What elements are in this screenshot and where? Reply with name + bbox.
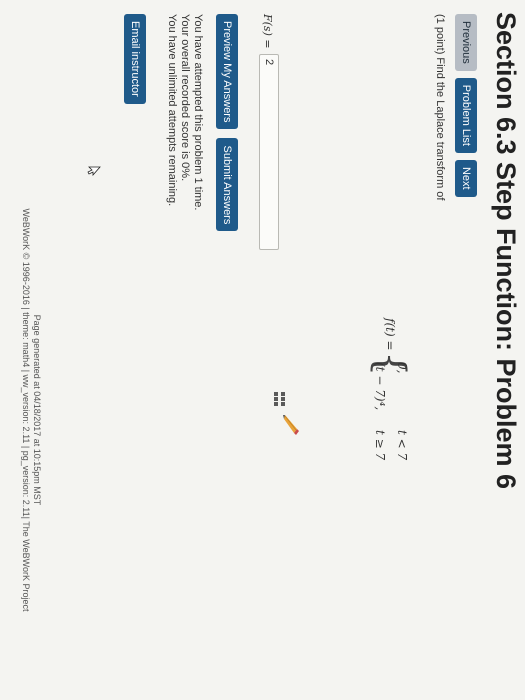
footer-generated: Page generated at 04/18/2017 at 10:15pm …	[32, 314, 42, 506]
formula-case1-value: 0,	[395, 362, 409, 374]
attempts-count: You have attempted this problem 1 time.	[192, 14, 204, 211]
attempts-info: You have attempted this problem 1 time. …	[165, 14, 204, 211]
pencil-icon[interactable]	[283, 414, 299, 436]
preview-answers-button[interactable]: Preview My Answers	[216, 14, 238, 130]
formula-case2-condition: t ≥ 7	[373, 430, 387, 461]
submit-answers-button[interactable]: Submit Answers	[216, 138, 238, 232]
grid-icon[interactable]	[272, 392, 285, 406]
attempts-remaining: You have unlimited attempts remaining.	[166, 14, 178, 207]
previous-button[interactable]: Previous	[455, 14, 477, 71]
recorded-score: Your overall recorded score is 0%.	[179, 14, 191, 182]
page-title: Section 6.3 Step Function: Problem 6	[491, 12, 521, 490]
answer-label: F(s) =	[261, 14, 274, 49]
webwork-page: Section 6.3 Step Function: Problem 6 Pre…	[0, 0, 525, 700]
next-button[interactable]: Next	[455, 159, 477, 197]
formula-lhs: f(t) =	[383, 318, 397, 351]
page-footer: Page generated at 04/18/2017 at 10:15pm …	[20, 120, 42, 700]
problem-nav: Previous Problem List Next	[455, 14, 477, 197]
problem-statement: (1 point) Find the Laplace transform of	[434, 14, 446, 201]
answer-actions: Preview My Answers Submit Answers	[216, 14, 238, 232]
problem-list-button[interactable]: Problem List	[455, 77, 477, 153]
answer-input[interactable]	[259, 54, 279, 250]
formula-case1-condition: t < 7	[395, 430, 409, 461]
formula-case2-value: (t − 7)⁴,	[373, 362, 387, 411]
cursor-icon	[87, 166, 101, 176]
email-instructor-button[interactable]: Email instructor	[124, 14, 146, 104]
rotated-page: Section 6.3 Step Function: Problem 6 Pre…	[0, 0, 525, 700]
footer-credits: WeBWorK © 1996-2016 | theme: math4 | ww_…	[21, 208, 31, 612]
